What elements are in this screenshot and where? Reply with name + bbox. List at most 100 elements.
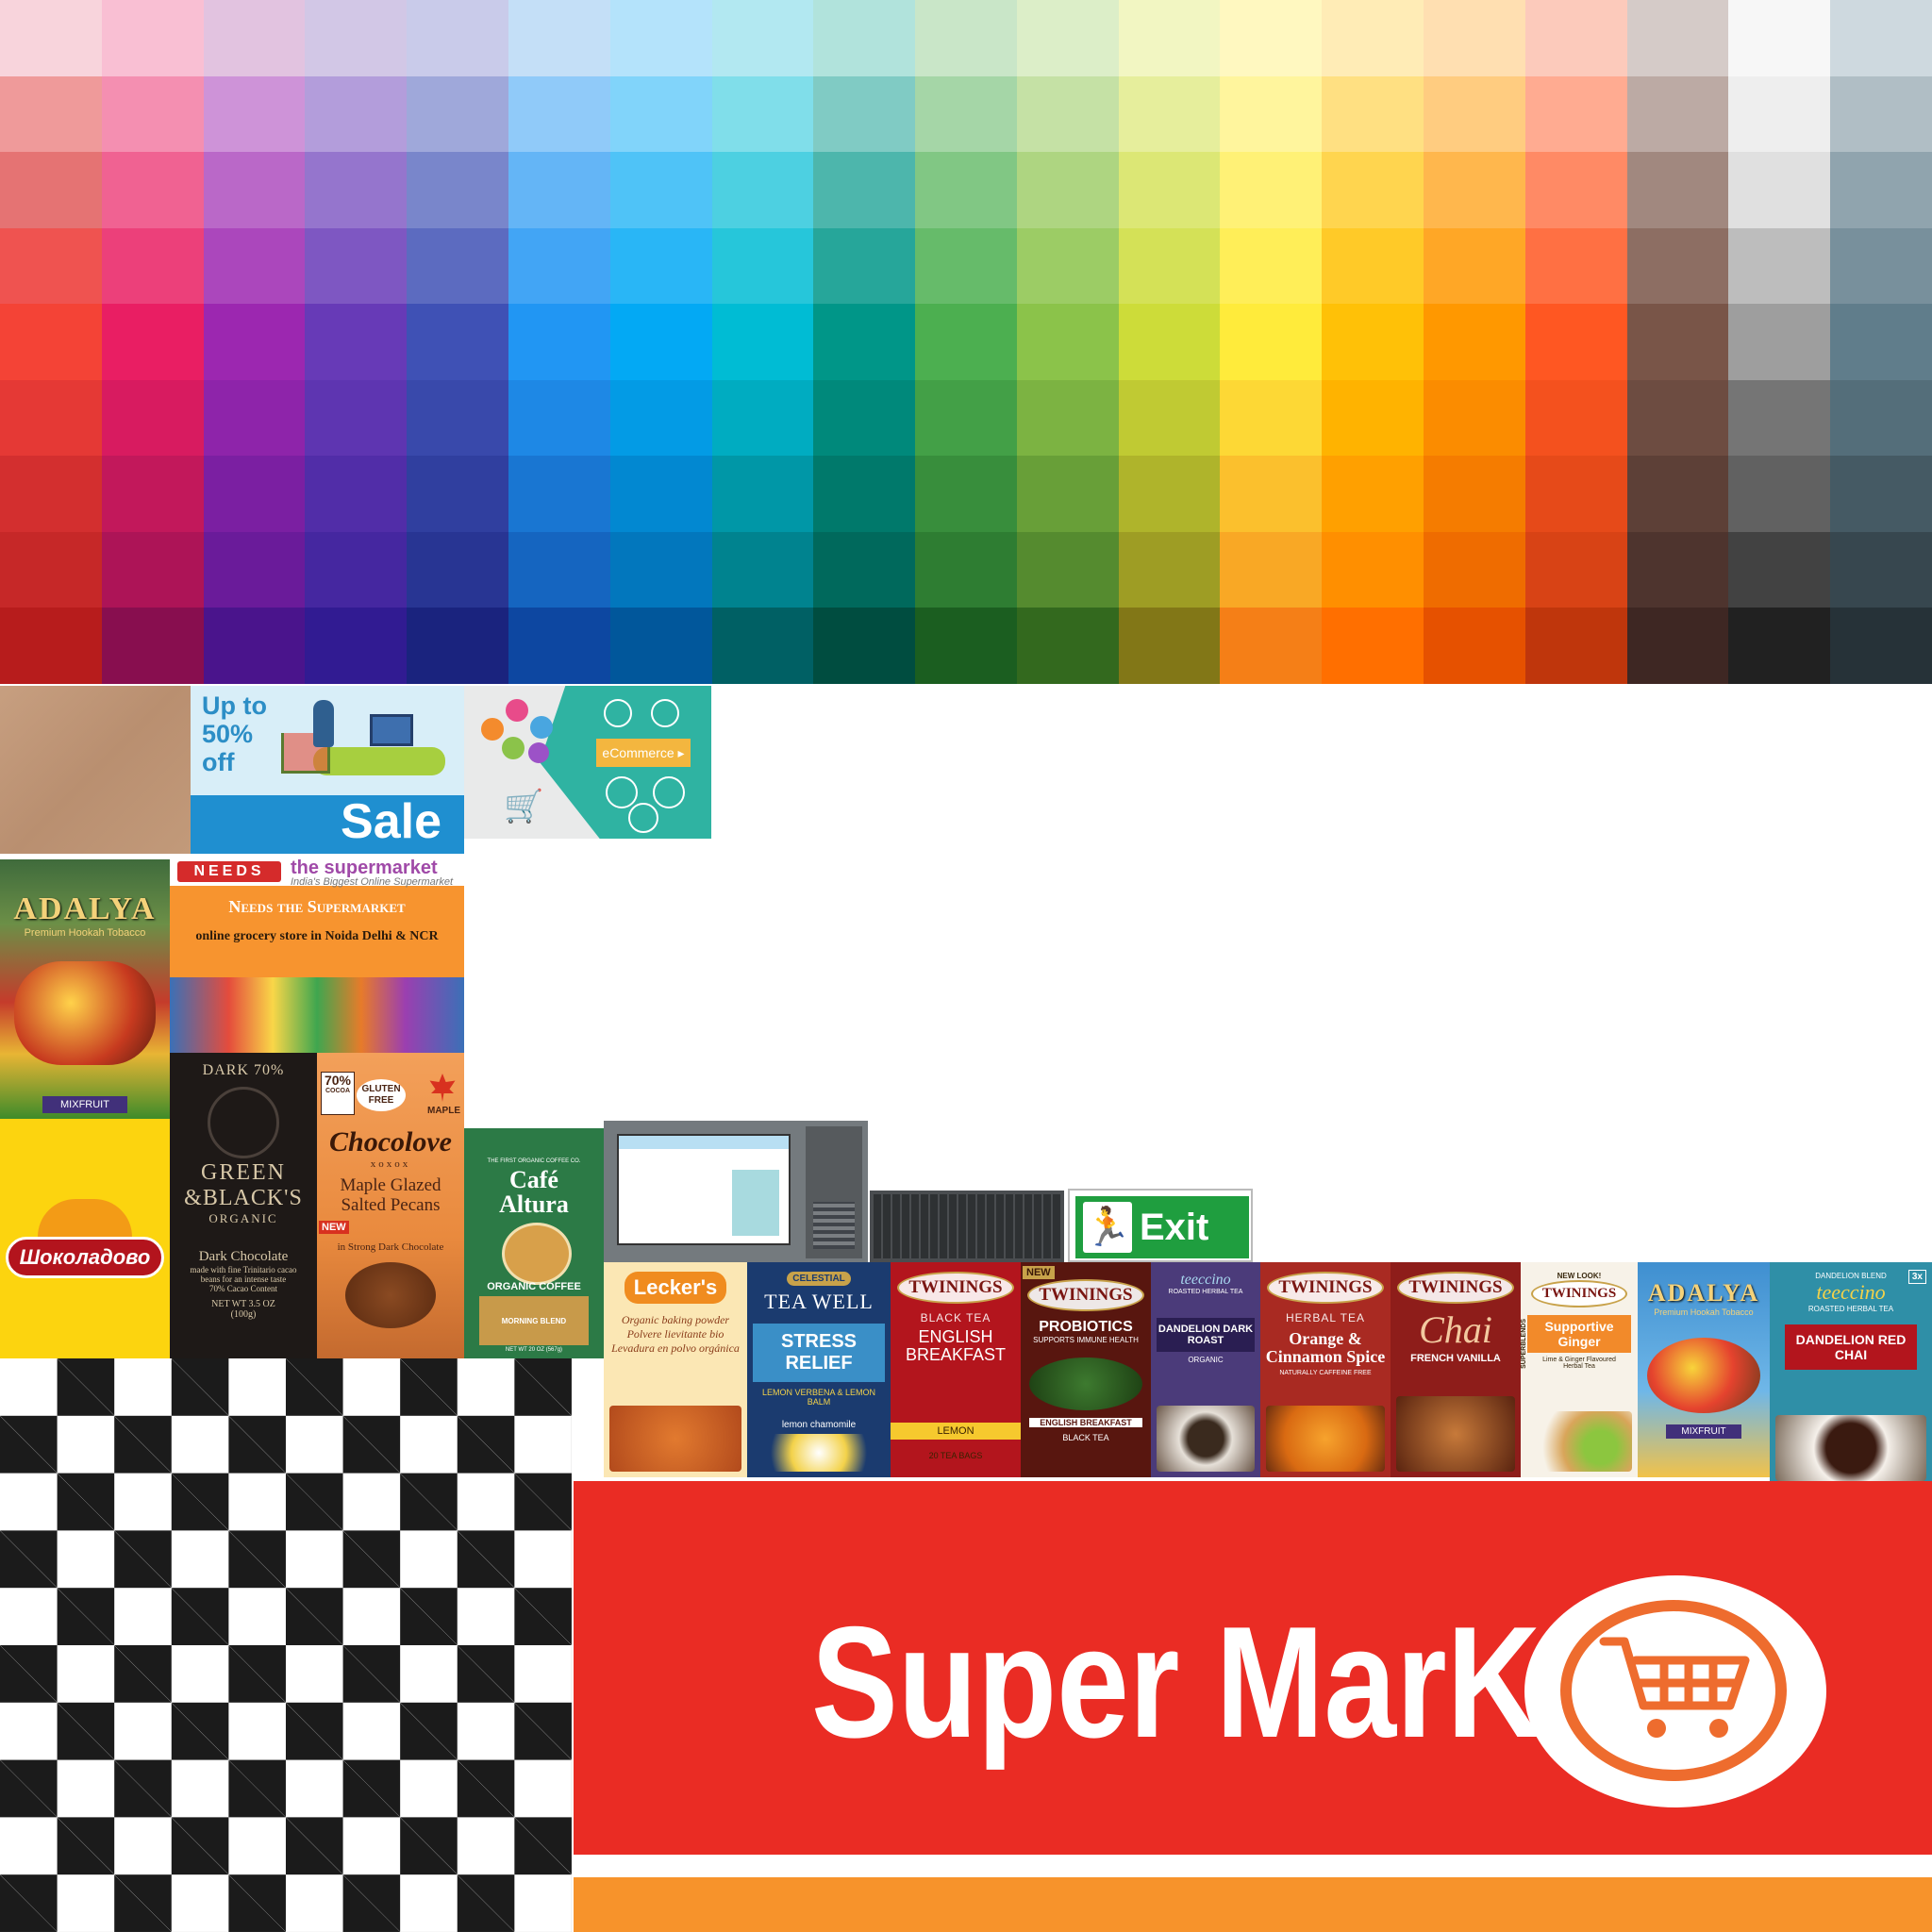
palette-swatch (305, 608, 408, 684)
red-chai-line1: DANDELION BLEND (1815, 1272, 1887, 1280)
needs-supermarket-banner: NEEDS the supermarket India's Biggest On… (170, 859, 464, 1053)
palette-swatch (609, 304, 712, 380)
ginger-line1: NEW LOOK! (1557, 1272, 1602, 1280)
palette-swatch (203, 152, 306, 228)
palette-swatch (305, 75, 408, 153)
icon-bubble-4 (502, 737, 525, 759)
needs-heading: Needs the Supermarket (228, 897, 406, 916)
palette-swatch (508, 456, 610, 532)
palette-swatch (101, 75, 204, 153)
ginger-lime-image (1526, 1411, 1632, 1472)
palette-swatch (1728, 304, 1831, 380)
sale-line1: Up to (202, 691, 267, 720)
cart-circle-icon-2 (651, 699, 679, 727)
celestial-title: STRESS RELIEF (753, 1324, 885, 1382)
palette-swatch (915, 379, 1017, 457)
palette-swatch (813, 75, 916, 153)
chamomile-image (753, 1434, 885, 1472)
sale-line3: off (202, 748, 235, 776)
farmer-illustration (502, 1223, 572, 1285)
chai-cup-image (1396, 1396, 1515, 1472)
ecommerce-label-tag: eCommerce ▸ (596, 739, 691, 767)
palette-swatch (203, 227, 306, 305)
exit-label: Exit (1140, 1207, 1209, 1248)
orange-cinnamon-image (1266, 1406, 1385, 1472)
chocolove-percent-sub: COCOA (325, 1088, 351, 1094)
chocolove-box: 70% COCOA GLUTEN FREE MAPLE Chocolove xo… (317, 1053, 464, 1358)
gb-cocoa: 70% Cacao Content (209, 1284, 277, 1293)
person-illustration (313, 700, 334, 747)
leckers-line1: Organic baking powder (621, 1313, 730, 1326)
celestial-sub: LEMON VERBENA & LEMON BALM (761, 1388, 876, 1407)
palette-swatch (813, 608, 916, 684)
palette-swatch (407, 75, 508, 153)
palette-swatch (407, 152, 508, 228)
palette-swatch (508, 608, 610, 684)
ginger-sub: Lime & Ginger Flavoured Herbal Tea (1542, 1357, 1616, 1370)
palette-swatch (1322, 75, 1424, 153)
gb-desc: made with fine Trinitario cacao beans fo… (190, 1265, 297, 1284)
palette-swatch (1524, 456, 1627, 532)
palette-swatch (1728, 227, 1831, 305)
palette-swatch (1728, 379, 1831, 457)
chocolove-maple: MAPLE (427, 1106, 460, 1116)
exit-sign: 🏃 Exit (1068, 1189, 1253, 1262)
leckers-brand: Lecker's (624, 1272, 727, 1304)
palette-swatch (1424, 0, 1525, 76)
altura-type: ORGANIC COFFEE (487, 1281, 581, 1292)
teeccino-title: DANDELION DARK ROAST (1157, 1318, 1255, 1352)
ecommerce-banner: 🛒 eCommerce ▸ (464, 686, 711, 839)
product-celestial-stress-relief: CELESTIAL TEA WELL STRESS RELIEF LEMON V… (747, 1262, 891, 1477)
palette-swatch (711, 456, 814, 532)
adalya2-line1: Premium Hookah Tobacco (1654, 1307, 1754, 1317)
twinings-extra: 20 TEA BAGS (928, 1451, 983, 1460)
palette-swatch (0, 379, 102, 457)
palette-swatch (305, 456, 408, 532)
palette-swatch (1626, 152, 1729, 228)
palette-swatch (711, 304, 814, 380)
needs-subtitle: India's Biggest Online Supermarket (291, 876, 454, 888)
chocolove-new: NEW (319, 1221, 349, 1234)
probiotics-title: PROBIOTICS (1039, 1319, 1133, 1335)
gb-organic: ORGANIC (208, 1211, 278, 1225)
palette-swatch (1220, 227, 1323, 305)
orange-title: Orange & Cinnamon Spice (1265, 1329, 1386, 1366)
orange-line1: HERBAL TEA (1285, 1311, 1366, 1324)
palette-swatch (407, 0, 508, 76)
icon-bubble-2 (506, 699, 528, 722)
palette-swatch (1220, 456, 1323, 532)
teeccino-brand: teeccino (1180, 1272, 1231, 1288)
palette-swatch (1524, 75, 1627, 153)
palette-swatch (1016, 456, 1119, 532)
probiotics-new: NEW (1023, 1266, 1055, 1279)
adalya-flavor: MIXFRUIT (42, 1096, 127, 1113)
chocolove-percent-badge: 70% COCOA (321, 1072, 355, 1115)
palette-swatch (508, 0, 610, 76)
palette-swatch (1524, 152, 1627, 228)
fruit-bowl-image (1647, 1338, 1760, 1413)
palette-swatch (1016, 152, 1119, 228)
gb-weight: NET WT 3.5 OZ (100g) (211, 1299, 275, 1320)
computer-illustration (604, 1121, 868, 1262)
color-palette-grid (0, 0, 1932, 684)
red-chai-extra: 3x (1907, 1270, 1926, 1284)
green-blacks-box: DARK 70% GREEN &BLACK'S ORGANIC Dark Cho… (170, 1053, 317, 1358)
palette-swatch (508, 75, 610, 153)
palette-swatch (1118, 304, 1221, 380)
palette-swatch (1322, 379, 1424, 457)
palette-swatch (0, 608, 102, 684)
palette-swatch (305, 152, 408, 228)
probiotics-sub: SUPPORTS IMMUNE HEALTH (1033, 1336, 1139, 1344)
palette-swatch (0, 531, 102, 608)
palette-swatch (711, 0, 814, 76)
palette-swatch (1830, 227, 1932, 305)
palette-swatch (1524, 227, 1627, 305)
palette-swatch (711, 531, 814, 608)
palette-swatch (813, 531, 916, 608)
palette-swatch (101, 0, 204, 76)
sale-left-text: Up to 50% off (202, 691, 267, 776)
celestial-extra: lemon chamomile (781, 1420, 857, 1430)
celestial-line1: TEA WELL (764, 1290, 874, 1313)
palette-swatch (915, 304, 1017, 380)
gb-percent: DARK 70% (202, 1062, 285, 1078)
